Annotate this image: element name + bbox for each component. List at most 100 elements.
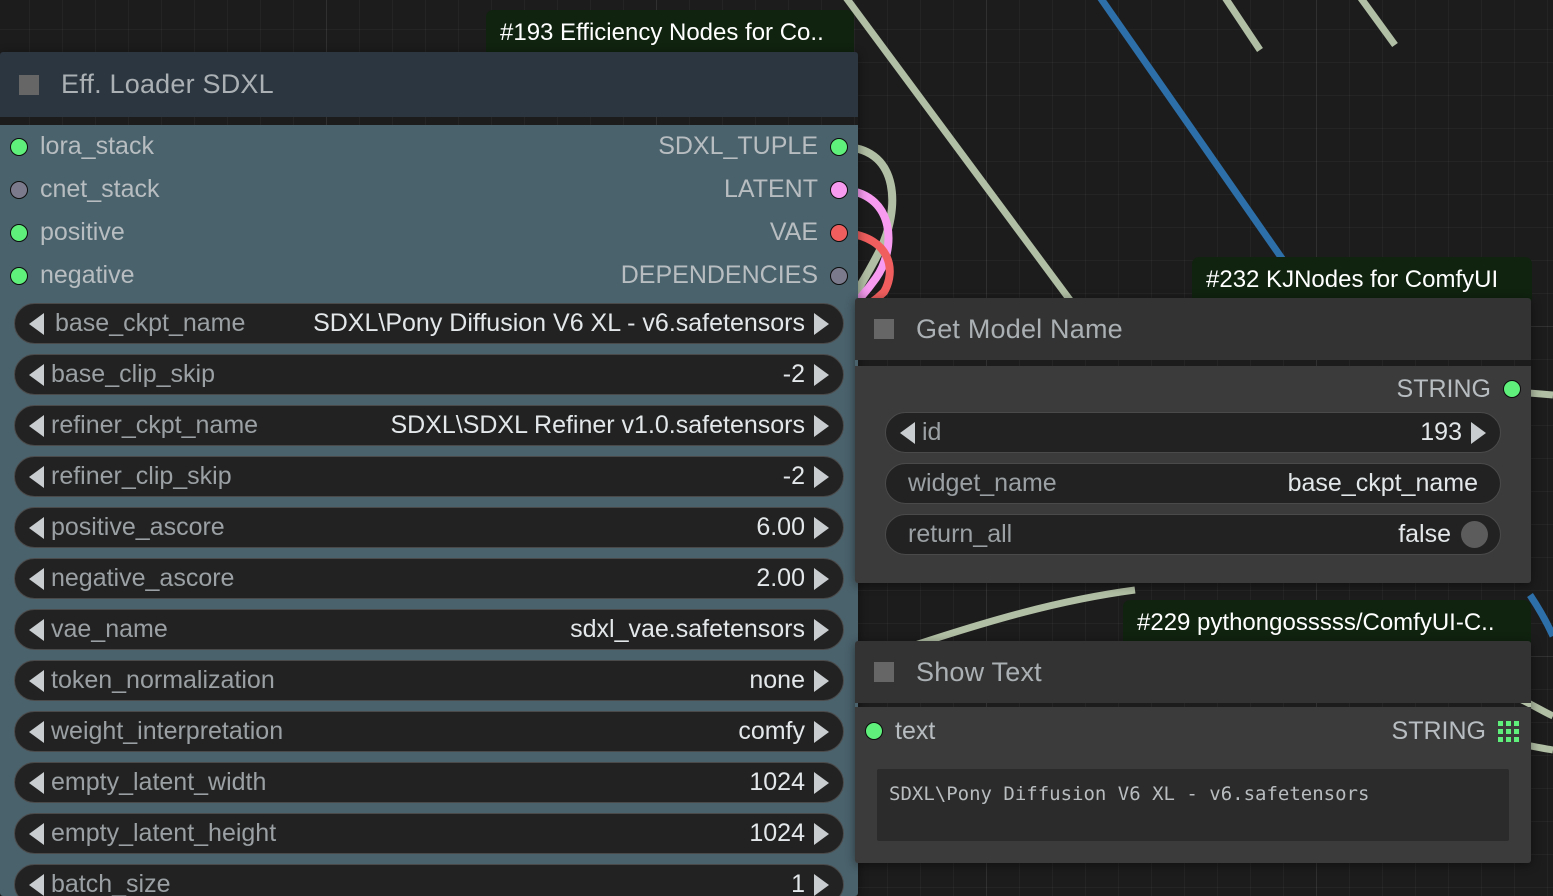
decrement-arrow-icon[interactable] xyxy=(29,670,44,692)
decrement-arrow-icon[interactable] xyxy=(29,772,44,794)
output-dot-vae[interactable] xyxy=(830,224,848,242)
decrement-arrow-icon[interactable] xyxy=(900,422,915,444)
output-label-vae: VAE xyxy=(770,218,818,247)
widget-refiner_ckpt_name[interactable]: refiner_ckpt_name SDXL\SDXL Refiner v1.0… xyxy=(14,405,844,446)
increment-arrow-icon[interactable] xyxy=(814,619,829,641)
widget-value: -2 xyxy=(783,360,805,389)
widget-id[interactable]: id 193 xyxy=(885,412,1501,453)
node-body-eff-loader-sdxl: lora_stack SDXL_TUPLE cnet_stack LATENT … xyxy=(0,125,858,896)
widget-value: -2 xyxy=(783,462,805,491)
increment-arrow-icon[interactable] xyxy=(814,415,829,437)
decrement-arrow-icon[interactable] xyxy=(29,568,44,590)
text-output-area[interactable]: SDXL\Pony Diffusion V6 XL - v6.safetenso… xyxy=(877,769,1509,841)
decrement-arrow-icon[interactable] xyxy=(29,823,44,845)
increment-arrow-icon[interactable] xyxy=(814,772,829,794)
output-label-dependencies: DEPENDENCIES xyxy=(621,261,818,290)
node-get-model-name[interactable]: Get Model Name STRING id 193 widget_name… xyxy=(855,298,1531,583)
slot-row-cnet-stack: cnet_stack LATENT xyxy=(14,168,844,211)
node-header-get-model-name[interactable]: Get Model Name xyxy=(855,298,1531,360)
collapse-icon[interactable] xyxy=(874,319,894,339)
widget-base_ckpt_name[interactable]: base_ckpt_name SDXL\Pony Diffusion V6 XL… xyxy=(14,303,844,344)
widget-label: empty_latent_width xyxy=(51,768,266,797)
widget-value: 1024 xyxy=(749,819,805,848)
input-dot-positive[interactable] xyxy=(10,224,28,242)
input-dot-lora_stack[interactable] xyxy=(10,138,28,156)
decrement-arrow-icon[interactable] xyxy=(29,619,44,641)
increment-arrow-icon[interactable] xyxy=(1471,422,1486,444)
widget-value: base_ckpt_name xyxy=(1288,469,1478,498)
increment-arrow-icon[interactable] xyxy=(814,568,829,590)
widget-empty_latent_height[interactable]: empty_latent_height 1024 xyxy=(14,813,844,854)
toggle-knob-icon[interactable] xyxy=(1461,521,1488,548)
node-eff-loader-sdxl[interactable]: Eff. Loader SDXL lora_stack SDXL_TUPLE c… xyxy=(0,52,858,896)
widget-base_clip_skip[interactable]: base_clip_skip -2 xyxy=(14,354,844,395)
increment-arrow-icon[interactable] xyxy=(814,823,829,845)
widget-value: 193 xyxy=(1420,418,1462,447)
decrement-arrow-icon[interactable] xyxy=(29,313,44,335)
decrement-arrow-icon[interactable] xyxy=(29,364,44,386)
node-show-text[interactable]: Show Text text STRING SDXL\Pony Diffusio… xyxy=(855,641,1531,863)
node-badge-193: #193 Efficiency Nodes for Co.. xyxy=(486,10,854,58)
widget-negative_ascore[interactable]: negative_ascore 2.00 xyxy=(14,558,844,599)
widget-label: base_ckpt_name xyxy=(55,309,245,338)
blue-link xyxy=(1088,0,1290,270)
output-dot-latent[interactable] xyxy=(830,181,848,199)
output-label-latent: LATENT xyxy=(724,175,818,204)
widget-label: empty_latent_height xyxy=(51,819,276,848)
slot-row-negative: negative DEPENDENCIES xyxy=(14,254,844,297)
output-label-sdxl_tuple: SDXL_TUPLE xyxy=(658,132,818,161)
node-title: Eff. Loader SDXL xyxy=(61,69,274,100)
collapse-icon[interactable] xyxy=(19,75,39,95)
output-dot-dependencies[interactable] xyxy=(830,267,848,285)
decrement-arrow-icon[interactable] xyxy=(29,874,44,896)
widget-value: 2.00 xyxy=(756,564,805,593)
increment-arrow-icon[interactable] xyxy=(814,364,829,386)
input-dot-negative[interactable] xyxy=(10,267,28,285)
widget-label: token_normalization xyxy=(51,666,275,695)
output-dot-string[interactable] xyxy=(1503,380,1521,398)
green-link-3 xyxy=(1355,0,1395,45)
grid-list-icon[interactable] xyxy=(1498,721,1519,742)
input-label-negative: negative xyxy=(40,261,135,290)
decrement-arrow-icon[interactable] xyxy=(29,466,44,488)
decrement-arrow-icon[interactable] xyxy=(29,415,44,437)
widget-widget_name[interactable]: widget_name base_ckpt_name xyxy=(885,463,1501,504)
widget-label: vae_name xyxy=(51,615,168,644)
widget-return_all[interactable]: return_all false xyxy=(885,514,1501,555)
widget-vae_name[interactable]: vae_name sdxl_vae.safetensors xyxy=(14,609,844,650)
increment-arrow-icon[interactable] xyxy=(814,874,829,896)
node-header-show-text[interactable]: Show Text xyxy=(855,641,1531,703)
widget-value: comfy xyxy=(738,717,805,746)
widget-empty_latent_width[interactable]: empty_latent_width 1024 xyxy=(14,762,844,803)
widget-label: id xyxy=(922,418,941,447)
comfyui-canvas[interactable]: #193 Efficiency Nodes for Co.. Eff. Load… xyxy=(0,0,1553,896)
increment-arrow-icon[interactable] xyxy=(814,517,829,539)
node-header-eff-loader-sdxl[interactable]: Eff. Loader SDXL xyxy=(0,52,858,117)
decrement-arrow-icon[interactable] xyxy=(29,721,44,743)
widget-token_normalization[interactable]: token_normalization none xyxy=(14,660,844,701)
widget-label: base_clip_skip xyxy=(51,360,215,389)
output-dot-sdxl_tuple[interactable] xyxy=(830,138,848,156)
widget-positive_ascore[interactable]: positive_ascore 6.00 xyxy=(14,507,844,548)
input-dot-cnet_stack[interactable] xyxy=(10,181,28,199)
collapse-icon[interactable] xyxy=(874,662,894,682)
widget-value: SDXL\SDXL Refiner v1.0.safetensors xyxy=(390,411,805,440)
widget-refiner_clip_skip[interactable]: refiner_clip_skip -2 xyxy=(14,456,844,497)
increment-arrow-icon[interactable] xyxy=(814,313,829,335)
increment-arrow-icon[interactable] xyxy=(814,466,829,488)
green-link-1 xyxy=(833,0,1070,300)
decrement-arrow-icon[interactable] xyxy=(29,517,44,539)
widget-label: negative_ascore xyxy=(51,564,234,593)
widget-value: none xyxy=(749,666,805,695)
increment-arrow-icon[interactable] xyxy=(814,670,829,692)
output-label-string: STRING xyxy=(1397,375,1491,404)
node-title: Show Text xyxy=(916,657,1042,688)
widget-batch_size[interactable]: batch_size 1 xyxy=(14,864,844,896)
node-body-show-text: text STRING SDXL\Pony Diffusion V6 XL - … xyxy=(855,707,1531,863)
input-dot-text[interactable] xyxy=(865,722,883,740)
increment-arrow-icon[interactable] xyxy=(814,721,829,743)
widget-weight_interpretation[interactable]: weight_interpretation comfy xyxy=(14,711,844,752)
output-label-string: STRING xyxy=(1392,717,1486,746)
node-title: Get Model Name xyxy=(916,314,1123,345)
widget-value: 1 xyxy=(791,870,805,896)
